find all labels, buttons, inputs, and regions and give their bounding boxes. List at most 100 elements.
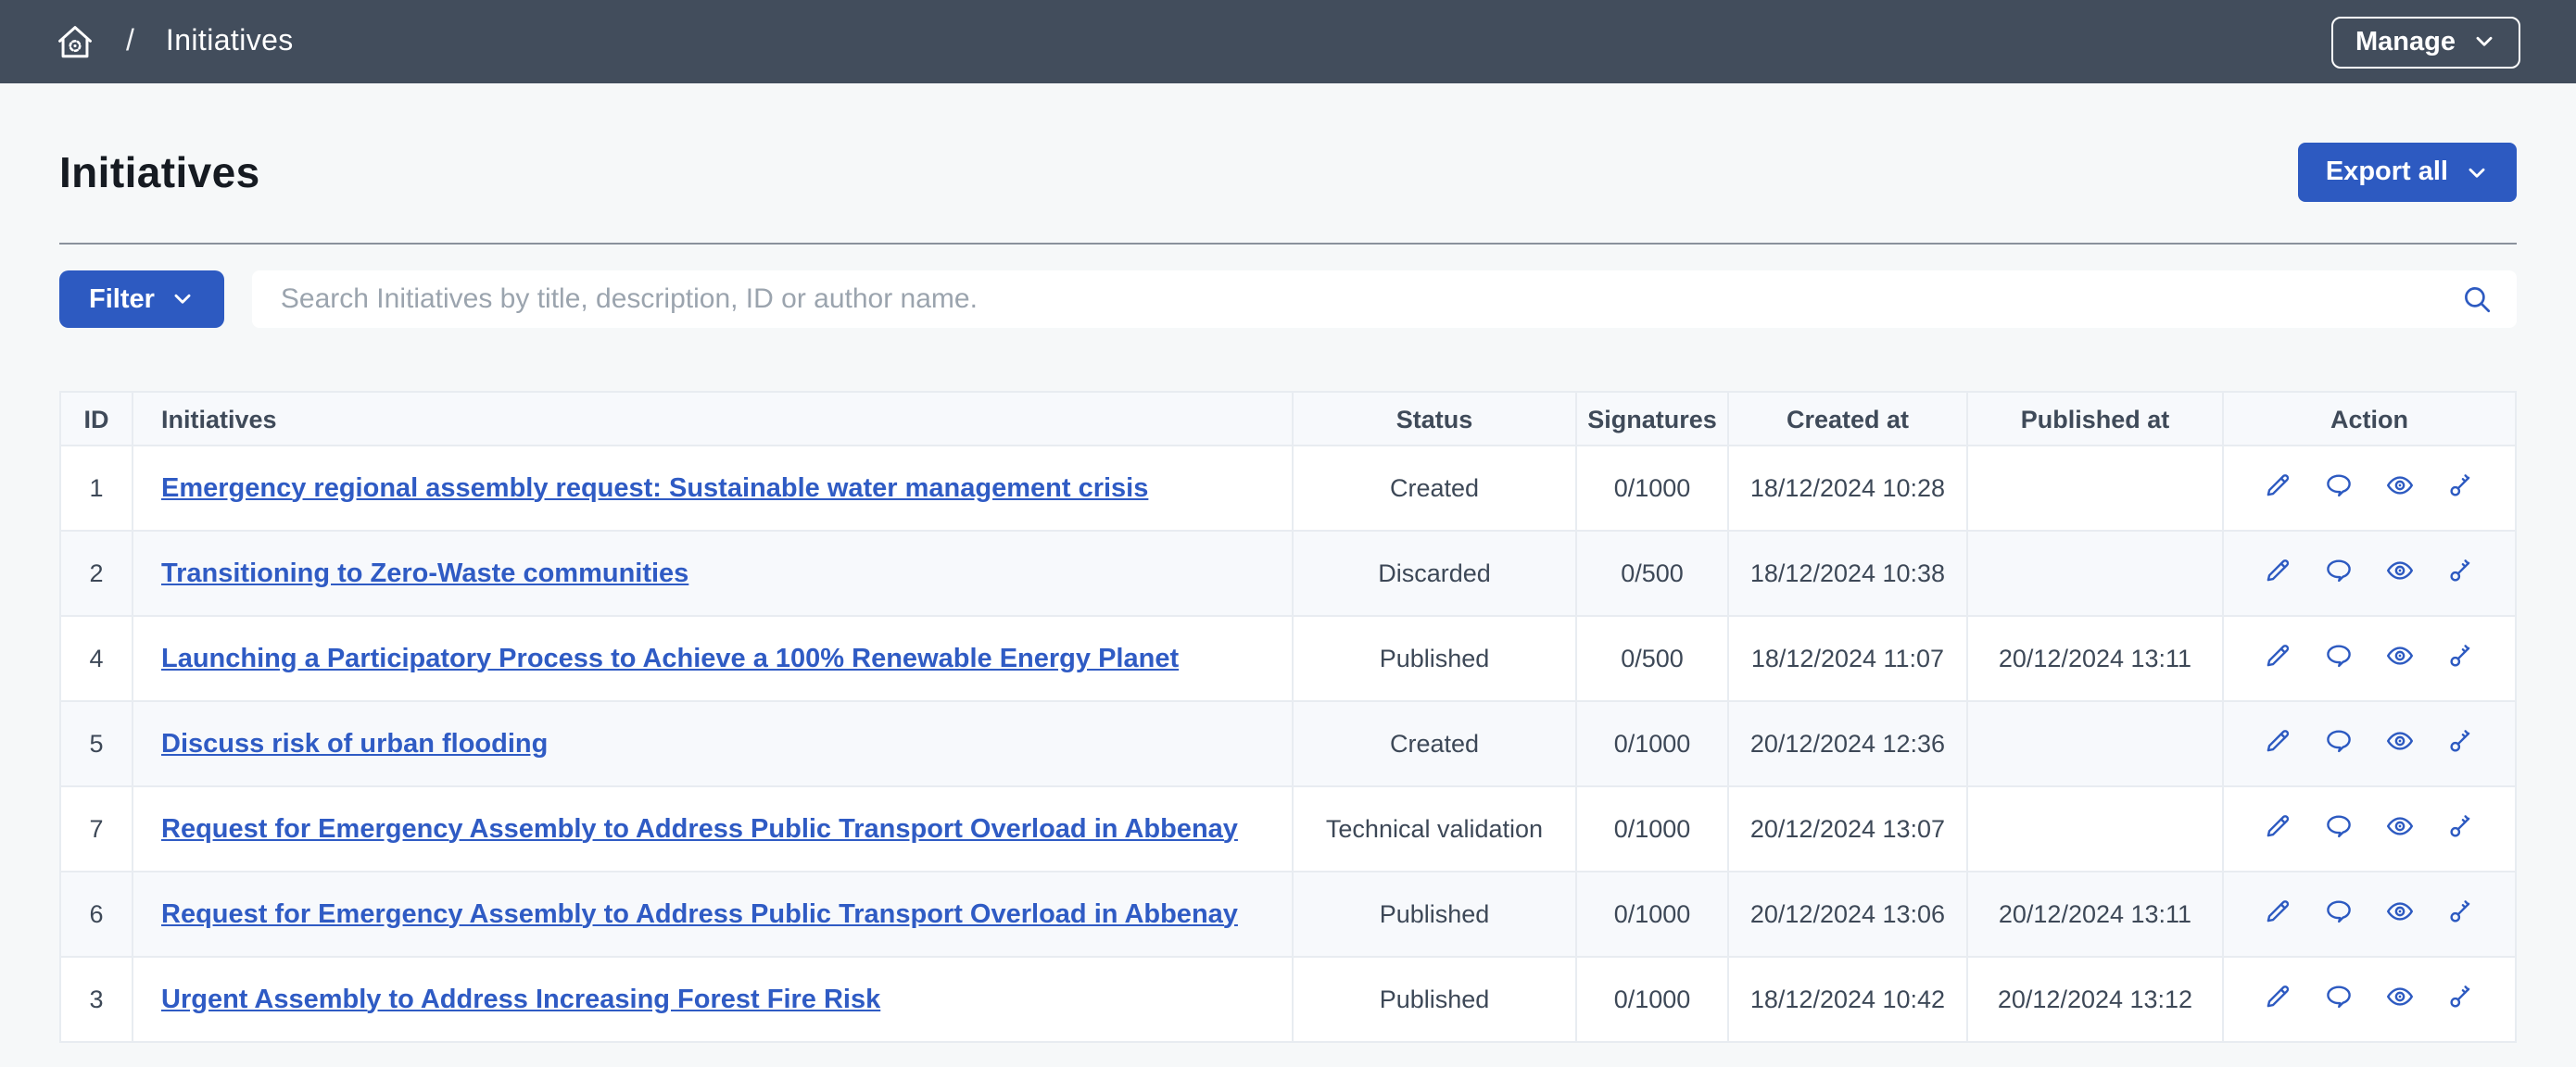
col-header-created-at: Created at [1728, 392, 1967, 446]
preview-eye-icon[interactable] [2385, 982, 2415, 1011]
initiative-title-link[interactable]: Request for Emergency Assembly to Addres… [161, 899, 1238, 929]
cell-id: 7 [60, 786, 133, 872]
permissions-key-icon[interactable] [2446, 897, 2476, 926]
breadcrumb-current: Initiatives [166, 25, 294, 58]
initiative-title-link[interactable]: Request for Emergency Assembly to Addres… [161, 814, 1238, 844]
table-row: 5 Discuss risk of urban flooding Created… [60, 701, 2516, 786]
cell-created-at: 20/12/2024 13:06 [1728, 872, 1967, 957]
col-header-status: Status [1293, 392, 1576, 446]
cell-status: Created [1293, 701, 1576, 786]
permissions-key-icon[interactable] [2446, 641, 2476, 671]
cell-status: Technical validation [1293, 786, 1576, 872]
initiative-title-link[interactable]: Discuss risk of urban flooding [161, 729, 548, 759]
cell-id: 5 [60, 701, 133, 786]
home-gear-icon[interactable] [56, 22, 95, 61]
table-row: 1 Emergency regional assembly request: S… [60, 446, 2516, 531]
permissions-key-icon[interactable] [2446, 811, 2476, 841]
cell-created-at: 20/12/2024 12:36 [1728, 701, 1967, 786]
cell-signatures: 0/1000 [1576, 957, 1728, 1042]
cell-status: Discarded [1293, 531, 1576, 616]
cell-id: 2 [60, 531, 133, 616]
edit-pencil-icon[interactable] [2263, 641, 2292, 671]
preview-eye-icon[interactable] [2385, 811, 2415, 841]
answer-speech-bubble-icon[interactable] [2324, 556, 2354, 585]
filter-search-toolbar: Filter [59, 270, 2517, 328]
top-navbar: / Initiatives Manage [0, 0, 2576, 83]
col-header-action: Action [2223, 392, 2516, 446]
edit-pencil-icon[interactable] [2263, 811, 2292, 841]
cell-created-at: 18/12/2024 11:07 [1728, 616, 1967, 701]
table-row: 4 Launching a Participatory Process to A… [60, 616, 2516, 701]
table-row: 7 Request for Emergency Assembly to Addr… [60, 786, 2516, 872]
preview-eye-icon[interactable] [2385, 726, 2415, 756]
preview-eye-icon[interactable] [2385, 897, 2415, 926]
manage-button[interactable]: Manage [2331, 16, 2520, 68]
cell-status: Published [1293, 872, 1576, 957]
permissions-key-icon[interactable] [2446, 556, 2476, 585]
col-header-initiatives: Initiatives [133, 392, 1293, 446]
cell-published-at: 20/12/2024 13:11 [1967, 616, 2223, 701]
permissions-key-icon[interactable] [2446, 471, 2476, 500]
breadcrumb-separator: / [126, 25, 134, 58]
search-icon[interactable] [2461, 283, 2493, 315]
table-header-row: ID Initiatives Status Signatures Created… [60, 392, 2516, 446]
initiative-title-link[interactable]: Transitioning to Zero-Waste communities [161, 559, 688, 588]
preview-eye-icon[interactable] [2385, 641, 2415, 671]
preview-eye-icon[interactable] [2385, 556, 2415, 585]
cell-published-at [1967, 446, 2223, 531]
permissions-key-icon[interactable] [2446, 982, 2476, 1011]
answer-speech-bubble-icon[interactable] [2324, 982, 2354, 1011]
page-title: Initiatives [59, 147, 260, 197]
permissions-key-icon[interactable] [2446, 726, 2476, 756]
cell-id: 4 [60, 616, 133, 701]
filter-button[interactable]: Filter [59, 270, 225, 328]
col-header-id: ID [60, 392, 133, 446]
initiative-title-link[interactable]: Emergency regional assembly request: Sus… [161, 473, 1148, 503]
edit-pencil-icon[interactable] [2263, 471, 2292, 500]
answer-speech-bubble-icon[interactable] [2324, 641, 2354, 671]
chevron-down-icon [171, 287, 196, 311]
cell-published-at: 20/12/2024 13:11 [1967, 872, 2223, 957]
cell-status: Published [1293, 616, 1576, 701]
initiative-title-link[interactable]: Urgent Assembly to Address Increasing Fo… [161, 985, 880, 1014]
edit-pencil-icon[interactable] [2263, 556, 2292, 585]
cell-published-at [1967, 531, 2223, 616]
initiatives-table: ID Initiatives Status Signatures Created… [59, 391, 2517, 1043]
chevron-down-icon [2465, 160, 2489, 184]
cell-signatures: 0/1000 [1576, 786, 1728, 872]
cell-id: 6 [60, 872, 133, 957]
export-all-button[interactable]: Export all [2298, 143, 2517, 202]
export-all-label: Export all [2326, 157, 2448, 187]
cell-signatures: 0/1000 [1576, 872, 1728, 957]
cell-created-at: 20/12/2024 13:07 [1728, 786, 1967, 872]
search-input[interactable] [253, 270, 2517, 328]
cell-created-at: 18/12/2024 10:42 [1728, 957, 1967, 1042]
edit-pencil-icon[interactable] [2263, 982, 2292, 1011]
initiatives-admin-page: / Initiatives Manage Initiatives Export … [0, 0, 2576, 1067]
header-divider [59, 243, 2517, 245]
answer-speech-bubble-icon[interactable] [2324, 471, 2354, 500]
initiatives-table-wrap: ID Initiatives Status Signatures Created… [59, 391, 2517, 1043]
edit-pencil-icon[interactable] [2263, 897, 2292, 926]
initiative-title-link[interactable]: Launching a Participatory Process to Ach… [161, 644, 1179, 673]
table-row: 6 Request for Emergency Assembly to Addr… [60, 872, 2516, 957]
answer-speech-bubble-icon[interactable] [2324, 726, 2354, 756]
chevron-down-icon [2472, 30, 2496, 54]
answer-speech-bubble-icon[interactable] [2324, 811, 2354, 841]
cell-published-at: 20/12/2024 13:12 [1967, 957, 2223, 1042]
manage-button-label: Manage [2355, 27, 2456, 56]
cell-created-at: 18/12/2024 10:38 [1728, 531, 1967, 616]
answer-speech-bubble-icon[interactable] [2324, 897, 2354, 926]
table-row: 2 Transitioning to Zero-Waste communitie… [60, 531, 2516, 616]
page-header: Initiatives Export all [59, 132, 2517, 213]
cell-created-at: 18/12/2024 10:28 [1728, 446, 1967, 531]
edit-pencil-icon[interactable] [2263, 726, 2292, 756]
filter-button-label: Filter [89, 284, 155, 314]
preview-eye-icon[interactable] [2385, 471, 2415, 500]
cell-status: Created [1293, 446, 1576, 531]
search-box [253, 270, 2517, 328]
cell-id: 1 [60, 446, 133, 531]
cell-signatures: 0/1000 [1576, 446, 1728, 531]
table-row: 3 Urgent Assembly to Address Increasing … [60, 957, 2516, 1042]
cell-published-at [1967, 701, 2223, 786]
